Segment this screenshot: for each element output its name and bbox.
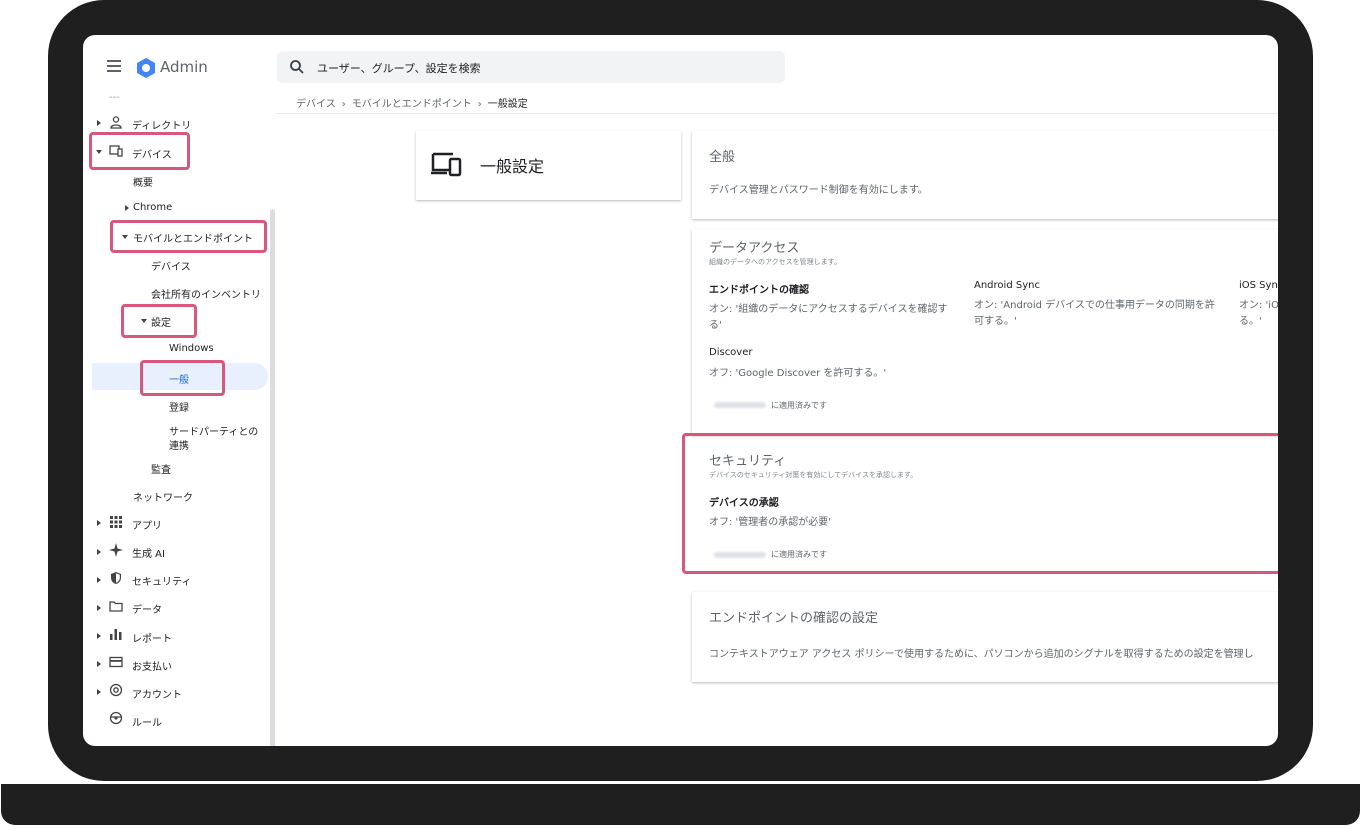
blurred-org-name <box>714 402 766 408</box>
android-sync-value-line1: オン: 'Android デバイスでの仕事用データの同期を許 <box>974 300 1215 311</box>
breadcrumb: デバイス › モバイルとエンドポイント › 一般設定 <box>296 95 528 110</box>
sidebar-item-chrome[interactable]: Chrome <box>133 202 172 213</box>
discover-value: オフ: 'Google Discover を許可する。' <box>709 368 887 379</box>
expand-arrow-icon[interactable] <box>97 605 101 611</box>
expand-arrow-icon[interactable] <box>97 549 101 555</box>
credit-card-icon <box>109 656 123 668</box>
sidebar-item-company-inventory[interactable]: 会社所有のインベントリ <box>151 286 261 301</box>
expand-arrow-icon[interactable] <box>97 577 101 583</box>
highlight-security-section <box>682 433 1278 574</box>
ios-sync-value-line2: る。' <box>1239 316 1262 327</box>
hamburger-menu-icon[interactable] <box>107 60 121 72</box>
endpoint-verification-value-line1: オン: '組織のデータにアクセスするデバイスを確認す <box>709 304 948 315</box>
sidebar-item-windows[interactable]: Windows <box>169 343 214 354</box>
page-header-card: 一般設定 <box>416 131 681 200</box>
highlight-devices <box>89 132 190 170</box>
sidebar-item-enrollment[interactable]: 登録 <box>169 399 189 414</box>
sidebar-item-rules[interactable]: ルール <box>132 714 162 729</box>
divider <box>276 113 1278 114</box>
data-access-section-card[interactable]: データアクセス 組織のデータへのアクセスを管理します。 エンドポイントの確認 オ… <box>692 229 1278 435</box>
expand-arrow-icon[interactable] <box>97 661 101 667</box>
sidebar: --- ディレクトリ デバイス 概要 Chrome モバイルとエンドポイント デ… <box>83 92 275 746</box>
sidebar-item-billing[interactable]: お支払い <box>132 658 172 673</box>
ios-sync-value-line1: オン: 'iO <box>1239 300 1278 311</box>
highlight-settings <box>121 304 197 338</box>
endpoint-verification-value-line2: る' <box>709 320 722 331</box>
section-description: コンテキストアウェア アクセス ポリシーで使用するために、パソコンから追加のシグ… <box>709 649 1254 660</box>
section-title: エンドポイントの確認の設定 <box>709 611 879 626</box>
sidebar-item-audit[interactable]: 監査 <box>151 461 171 476</box>
at-sign-icon <box>109 683 123 697</box>
admin-console-screen: Admin ユーザー、グループ、設定を検索 デバイス › モバイルとエンドポイント ›… <box>83 35 1278 746</box>
highlight-general <box>140 360 225 396</box>
sidebar-item-third-party-line1[interactable]: サードパーティとの <box>169 423 258 438</box>
person-icon <box>110 116 122 129</box>
expand-arrow-icon[interactable] <box>125 205 129 211</box>
breadcrumb-devices[interactable]: デバイス <box>296 95 336 110</box>
expand-arrow-icon[interactable] <box>97 633 101 639</box>
expand-arrow-icon[interactable] <box>97 689 101 695</box>
search-placeholder[interactable]: ユーザー、グループ、設定を検索 <box>317 60 481 76</box>
sidebar-item-cut: --- <box>109 92 120 103</box>
laptop-base <box>1 784 1360 825</box>
sidebar-item-networks[interactable]: ネットワーク <box>133 489 193 504</box>
sidebar-item-data[interactable]: データ <box>132 601 162 616</box>
endpoint-settings-section-card[interactable]: エンドポイントの確認の設定 コンテキストアウェア アクセス ポリシーで使用するた… <box>692 592 1278 682</box>
section-title: 全般 <box>709 150 736 165</box>
breadcrumb-mobile-endpoints[interactable]: モバイルとエンドポイント <box>352 95 472 110</box>
sidebar-item-gen-ai[interactable]: 生成 AI <box>132 545 165 560</box>
section-description: デバイス管理とパスワード制御を有効にします。 <box>709 185 928 196</box>
sidebar-item-apps[interactable]: アプリ <box>132 517 162 532</box>
sparkle-icon <box>109 543 123 557</box>
sidebar-item-security[interactable]: セキュリティ <box>132 573 191 588</box>
android-sync-label: Android Sync <box>974 280 1040 291</box>
android-sync-value-line2: 可する。' <box>974 316 1017 327</box>
sidebar-item-third-party-line2[interactable]: 連携 <box>169 437 189 452</box>
shield-icon <box>111 572 121 584</box>
discover-label: Discover <box>709 347 753 358</box>
ios-sync-label: iOS Sync <box>1239 280 1278 291</box>
top-bar: Admin ユーザー、グループ、設定を検索 <box>83 35 1278 99</box>
sidebar-item-overview[interactable]: 概要 <box>133 174 153 189</box>
steering-wheel-icon <box>109 711 123 725</box>
expand-arrow-icon[interactable] <box>97 520 101 526</box>
app-title: Admin <box>160 58 208 76</box>
devices-icon <box>431 152 462 177</box>
sidebar-item-reports[interactable]: レポート <box>132 630 172 645</box>
applied-to-text: に適用済みです <box>771 401 827 410</box>
folder-icon <box>109 601 123 612</box>
page-title: 一般設定 <box>480 157 545 176</box>
sidebar-item-directory[interactable]: ディレクトリ <box>132 117 191 132</box>
endpoint-verification-label: エンドポイントの確認 <box>709 285 809 296</box>
expand-arrow-icon[interactable] <box>97 120 101 126</box>
sidebar-item-mobile-devices[interactable]: デバイス <box>151 258 191 273</box>
search-icon <box>290 60 304 74</box>
sidebar-scrollbar[interactable] <box>270 209 275 746</box>
general-section-card[interactable]: 全般 デバイス管理とパスワード制御を有効にします。 <box>692 131 1278 219</box>
search-bar[interactable]: ユーザー、グループ、設定を検索 <box>277 51 785 83</box>
section-subtitle: 組織のデータへのアクセスを管理します。 <box>709 258 841 266</box>
highlight-mobile-endpoints <box>110 220 267 253</box>
breadcrumb-current: 一般設定 <box>487 99 528 110</box>
admin-logo-icon <box>137 58 155 78</box>
sidebar-item-account[interactable]: アカウント <box>132 686 182 701</box>
apps-grid-icon <box>110 516 122 528</box>
bar-chart-icon <box>110 629 122 640</box>
section-title: データアクセス <box>709 241 800 256</box>
